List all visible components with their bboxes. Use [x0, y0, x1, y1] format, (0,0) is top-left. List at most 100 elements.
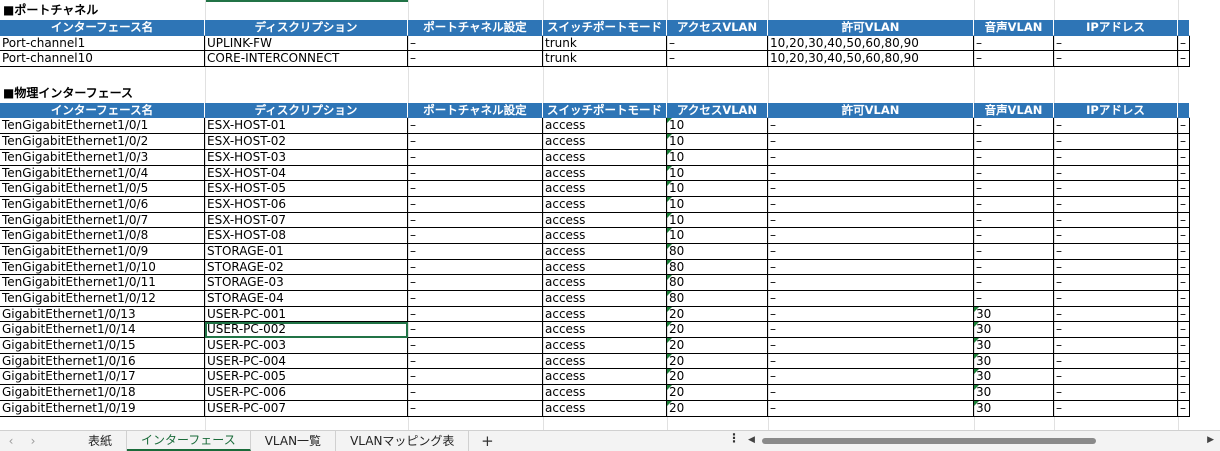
table-cell[interactable]: access	[543, 118, 667, 135]
column-header[interactable]: インターフェース名	[0, 20, 205, 36]
table-cell[interactable]: TenGigabitEthernet1/0/11	[0, 275, 205, 291]
table-cell[interactable]: USER-PC-002	[205, 322, 408, 339]
table-cell[interactable]: access	[543, 196, 667, 213]
table-cell[interactable]: –	[768, 306, 974, 323]
tab-vlan-mapping[interactable]: VLANマッピング表	[336, 431, 470, 451]
table-cell[interactable]: 10	[667, 118, 768, 135]
table-cell[interactable]: ESX-HOST-03	[205, 149, 408, 166]
tab-vlan-list[interactable]: VLAN一覧	[251, 431, 337, 451]
table-cell[interactable]: –	[667, 35, 768, 52]
table-cell[interactable]: access	[543, 369, 667, 386]
table-cell[interactable]: –	[1054, 338, 1178, 354]
table-cell[interactable]: –	[1178, 212, 1190, 229]
table-cell[interactable]: access	[543, 353, 667, 370]
table-cell[interactable]: –	[1054, 385, 1178, 401]
table-cell[interactable]: –	[974, 196, 1054, 213]
table-cell[interactable]: –	[1178, 259, 1190, 276]
table-cell[interactable]: –	[1054, 212, 1178, 229]
table-cell[interactable]: TenGigabitEthernet1/0/2	[0, 134, 205, 150]
table-cell[interactable]: USER-PC-007	[205, 400, 408, 417]
column-header[interactable]: 許可VLAN	[768, 20, 974, 36]
table-cell[interactable]: –	[768, 291, 974, 307]
table-cell[interactable]: STORAGE-04	[205, 291, 408, 307]
table-cell[interactable]: –	[408, 118, 543, 135]
table-cell[interactable]: ESX-HOST-04	[205, 165, 408, 182]
table-cell[interactable]: access	[543, 275, 667, 291]
table-cell[interactable]: 80	[667, 275, 768, 291]
table-cell[interactable]: TenGigabitEthernet1/0/3	[0, 149, 205, 166]
table-cell[interactable]: USER-PC-004	[205, 353, 408, 370]
table-cell[interactable]: –	[408, 181, 543, 197]
table-cell[interactable]: 20	[667, 400, 768, 417]
table-cell[interactable]: –	[1054, 306, 1178, 323]
table-cell[interactable]: –	[1178, 306, 1190, 323]
table-cell[interactable]: –	[1178, 322, 1190, 339]
table-cell[interactable]: –	[408, 134, 543, 150]
table-cell[interactable]: –	[1178, 338, 1190, 354]
table-cell[interactable]: UPLINK-FW	[205, 35, 408, 52]
table-cell[interactable]: USER-PC-001	[205, 306, 408, 323]
column-header[interactable]: 音声VLAN	[974, 20, 1054, 36]
table-cell[interactable]: 30	[974, 322, 1054, 339]
table-cell[interactable]: GigabitEthernet1/0/17	[0, 369, 205, 386]
table-cell[interactable]: 20	[667, 369, 768, 386]
add-sheet-button[interactable]: +	[469, 432, 505, 450]
table-cell[interactable]: –	[1054, 51, 1178, 68]
table-cell[interactable]: 10	[667, 228, 768, 244]
table-cell[interactable]: TenGigabitEthernet1/0/12	[0, 291, 205, 307]
table-cell[interactable]: –	[408, 35, 543, 52]
table-cell[interactable]: –	[1178, 291, 1190, 307]
spreadsheet-grid[interactable]: ■ポートチャネル インターフェース名 ディスクリプション ポートチャネル設定 スイッチポ…	[0, 0, 1220, 430]
table-cell[interactable]: –	[408, 228, 543, 244]
column-header[interactable]: 音声VLAN	[974, 102, 1054, 119]
table-cell[interactable]: –	[768, 228, 974, 244]
table-cell[interactable]: Port-channel10	[0, 51, 205, 68]
table-cell[interactable]: GigabitEthernet1/0/18	[0, 385, 205, 401]
table-cell[interactable]: –	[768, 353, 974, 370]
column-header[interactable]: IPアドレス	[1054, 20, 1178, 36]
table-cell[interactable]: GigabitEthernet1/0/13	[0, 306, 205, 323]
table-cell[interactable]: –	[1054, 134, 1178, 150]
table-cell[interactable]: –	[1178, 243, 1190, 260]
table-cell[interactable]: –	[408, 322, 543, 339]
table-cell[interactable]: –	[1054, 243, 1178, 260]
table-cell[interactable]: TenGigabitEthernet1/0/9	[0, 243, 205, 260]
next-sheet-button[interactable]: ›	[22, 434, 44, 448]
prev-sheet-button[interactable]: ‹	[0, 434, 22, 448]
table-cell[interactable]: 10	[667, 149, 768, 166]
table-cell[interactable]: –	[408, 369, 543, 386]
table-cell[interactable]: –	[768, 369, 974, 386]
column-header[interactable]: IPアドレス	[1054, 102, 1178, 119]
table-cell[interactable]: ESX-HOST-05	[205, 181, 408, 197]
table-cell[interactable]: TenGigabitEthernet1/0/7	[0, 212, 205, 229]
table-cell[interactable]: GigabitEthernet1/0/14	[0, 322, 205, 339]
table-cell[interactable]: –	[768, 259, 974, 276]
table-cell[interactable]: –	[974, 134, 1054, 150]
table-cell[interactable]: –	[768, 243, 974, 260]
table-cell[interactable]: –	[768, 385, 974, 401]
column-header[interactable]: インターフェース名	[0, 102, 205, 119]
table-cell[interactable]: –	[408, 243, 543, 260]
table-cell[interactable]: –	[1178, 228, 1190, 244]
table-cell[interactable]: TenGigabitEthernet1/0/1	[0, 118, 205, 135]
table-cell[interactable]: ESX-HOST-07	[205, 212, 408, 229]
table-cell[interactable]: –	[1054, 118, 1178, 135]
table-cell[interactable]: –	[408, 338, 543, 354]
table-cell[interactable]: ESX-HOST-08	[205, 228, 408, 244]
table-cell[interactable]: access	[543, 338, 667, 354]
table-cell[interactable]: USER-PC-003	[205, 338, 408, 354]
table-cell[interactable]: 10	[667, 196, 768, 213]
table-cell[interactable]: –	[408, 306, 543, 323]
table-cell[interactable]: –	[408, 400, 543, 417]
table-cell[interactable]: –	[768, 322, 974, 339]
table-cell[interactable]: CORE-INTERCONNECT	[205, 51, 408, 68]
table-cell[interactable]: TenGigabitEthernet1/0/8	[0, 228, 205, 244]
table-cell[interactable]: 30	[974, 400, 1054, 417]
table-cell[interactable]: –	[1178, 149, 1190, 166]
table-cell[interactable]: 30	[974, 385, 1054, 401]
table-cell[interactable]: TenGigabitEthernet1/0/4	[0, 165, 205, 182]
table-cell[interactable]: –	[974, 149, 1054, 166]
table-cell[interactable]: 30	[974, 353, 1054, 370]
column-header[interactable]: アクセスVLAN	[667, 20, 768, 36]
table-cell[interactable]: –	[974, 165, 1054, 182]
